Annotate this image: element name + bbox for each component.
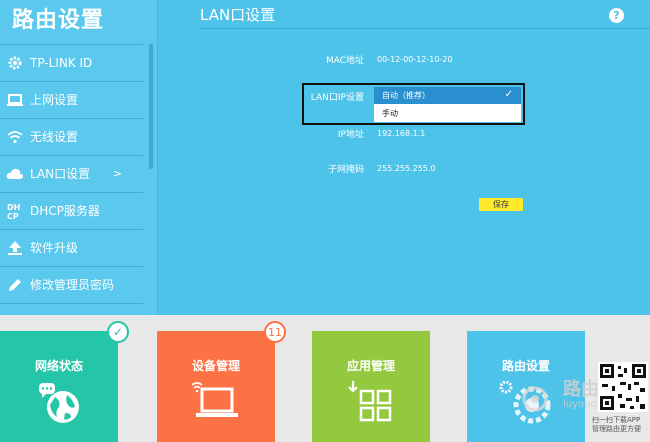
svg-text:CP: CP	[7, 212, 19, 220]
tile-label: 设备管理	[191, 359, 240, 373]
bottom-nav: 网络状态 设备管理 应用管理 路由设置 ✓ 11 路由 luyouqi 扫一扫下…	[0, 315, 650, 442]
pencil-icon	[0, 277, 30, 293]
mac-value: 00-12-00-12-10-20	[377, 55, 453, 64]
watermark-subtext: luyouqi	[563, 399, 600, 410]
page-title: LAN口设置	[200, 6, 276, 24]
sidebar-item-password[interactable]: 修改管理员密码	[0, 266, 148, 303]
tile-network-status[interactable]: 网络状态	[0, 331, 118, 442]
sidebar: 路由设置 TP-LINK ID 上网设置 无线设置 LAN口设置 > DH CP …	[0, 0, 158, 315]
sidebar-item-tplink-id[interactable]: TP-LINK ID	[0, 44, 148, 81]
divider	[0, 303, 143, 304]
wifi-icon	[0, 130, 30, 144]
check-icon: ✓	[504, 89, 513, 100]
globe-icon	[0, 381, 118, 425]
help-button[interactable]: ?	[609, 8, 624, 23]
sidebar-item-label: LAN口设置	[30, 167, 91, 181]
grid-icon	[312, 381, 430, 425]
mask-label: 子网掩码	[327, 165, 364, 175]
tile-app-management[interactable]: 应用管理	[312, 331, 430, 442]
settings-panel: LAN口设置 ? MAC地址 00-12-00-12-10-20 IP地址 19…	[158, 0, 650, 315]
sidebar-item-label: TP-LINK ID	[30, 55, 93, 70]
qr-caption-line2: 管理路由更方便	[592, 425, 641, 433]
tile-label: 路由设置	[501, 359, 550, 373]
status-ok-badge: ✓	[107, 321, 129, 343]
mac-label: MAC地址	[325, 56, 364, 66]
qr-caption: 扫一扫下载APP 管理路由更方便	[592, 416, 650, 434]
device-count-badge: 11	[264, 321, 286, 343]
sidebar-item-upgrade[interactable]: 软件升级	[0, 229, 148, 266]
lan-ip-mode-label: LAN口IP设置	[310, 93, 364, 103]
app-title: 路由设置	[12, 8, 105, 33]
monitor-icon	[0, 93, 30, 107]
watermark-text: 路由	[563, 379, 599, 400]
upload-icon	[0, 240, 30, 256]
sidebar-item-label: 无线设置	[30, 130, 79, 144]
qr-code	[598, 362, 648, 412]
sidebar-item-wireless[interactable]: 无线设置	[0, 118, 148, 155]
dhcp-icon: DH CP	[0, 202, 30, 220]
sidebar-item-label: DHCP服务器	[30, 204, 100, 218]
mask-value: 255.255.255.0	[377, 164, 436, 173]
gear-icon	[0, 55, 30, 71]
divider	[200, 28, 650, 29]
sidebar-item-lan[interactable]: LAN口设置 >	[0, 155, 148, 192]
ip-value: 192.168.1.1	[377, 129, 426, 138]
chevron-right-icon: >	[112, 167, 122, 180]
cloud-icon	[0, 168, 30, 180]
lan-ip-mode-select[interactable]: 自动（推荐） ✓	[374, 87, 521, 104]
sidebar-item-label: 修改管理员密码	[30, 278, 115, 292]
qr-caption-line1: 扫一扫下载APP	[592, 416, 641, 424]
svg-text:DH: DH	[7, 203, 20, 212]
sidebar-item-internet[interactable]: 上网设置	[0, 81, 148, 118]
sidebar-item-label: 上网设置	[30, 93, 79, 107]
laptop-icon	[157, 381, 275, 421]
save-button[interactable]: 保存	[479, 198, 523, 211]
sidebar-scrollbar[interactable]	[149, 44, 153, 169]
ip-label: IP地址	[337, 130, 364, 140]
select-value: 自动（推荐）	[382, 91, 430, 100]
tile-label: 应用管理	[346, 359, 395, 373]
dropdown-option-manual[interactable]: 手动	[374, 104, 521, 122]
sidebar-item-label: 软件升级	[30, 241, 79, 255]
sidebar-item-dhcp[interactable]: DH CP DHCP服务器	[0, 192, 148, 229]
tile-label: 网络状态	[34, 359, 83, 373]
tile-device-management[interactable]: 设备管理	[157, 331, 275, 442]
